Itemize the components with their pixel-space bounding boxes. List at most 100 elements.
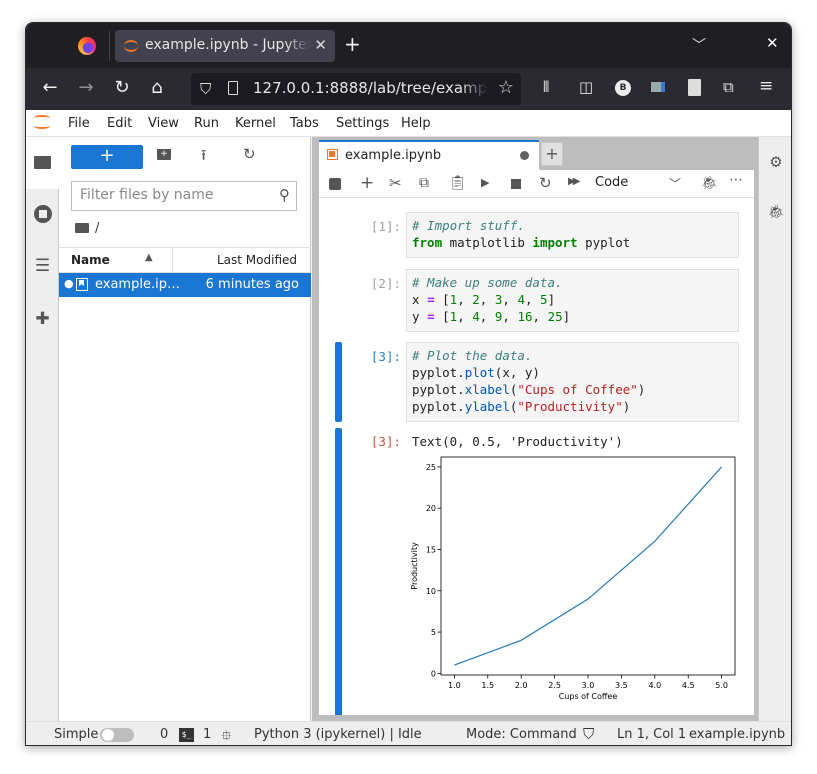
menu-run[interactable]: Run xyxy=(194,116,219,131)
code-line: from matplotlib import pyplot xyxy=(412,235,631,250)
insert-cell-icon[interactable]: + xyxy=(360,173,374,193)
running-indicator-icon: ● xyxy=(64,277,74,290)
menu-kernel[interactable]: Kernel xyxy=(235,116,276,131)
cursor-position[interactable]: Ln 1, Col 1 xyxy=(617,727,686,742)
browser-titlebar: example.ipynb - JupyterLab ✕ + ﹀ ✕ xyxy=(26,23,791,68)
sort-ascending-icon[interactable]: ▲ xyxy=(145,252,153,263)
bookmark-star-icon[interactable]: ☆ xyxy=(498,77,514,98)
breadcrumb-root[interactable]: / xyxy=(95,221,99,236)
column-divider[interactable] xyxy=(172,248,173,274)
kernel-chip-icon[interactable]: ⯐ xyxy=(221,725,232,745)
y-tick-label: 10 xyxy=(426,587,436,596)
file-modified: 6 minutes ago xyxy=(205,277,299,292)
chevron-down-icon[interactable]: ﹀ xyxy=(669,175,681,192)
column-last-modified[interactable]: Last Modified xyxy=(217,253,297,267)
x-tick-label: 1.5 xyxy=(481,681,494,690)
unsaved-indicator-icon[interactable] xyxy=(520,151,529,160)
x-tick-label: 5.0 xyxy=(715,681,728,690)
menu-help[interactable]: Help xyxy=(401,116,431,131)
kernel-status[interactable]: Python 3 (ipykernel) | Idle xyxy=(254,727,422,742)
column-name[interactable]: Name xyxy=(71,253,110,267)
code-line: # Import stuff. xyxy=(412,218,525,233)
file-list-item[interactable]: ● example.ip… 6 minutes ago xyxy=(59,273,311,297)
restart-icon[interactable]: ↻ xyxy=(539,174,552,192)
filter-files-input[interactable] xyxy=(80,187,270,203)
folder-icon[interactable] xyxy=(75,223,89,233)
left-activity-bar: ☰ ✚ xyxy=(26,137,60,721)
url-bar[interactable]: ⛉ 127.0.0.1:8888/lab/tree/example.ipynb … xyxy=(191,73,521,105)
run-icon[interactable]: ▶ xyxy=(481,176,489,189)
more-options-icon[interactable]: ⋯ xyxy=(729,172,744,188)
cut-icon[interactable]: ✂ xyxy=(389,174,402,192)
back-icon[interactable]: ← xyxy=(38,77,62,98)
paste-icon[interactable]: 📋︎ xyxy=(449,175,467,191)
filter-files-field[interactable]: ⚲ xyxy=(71,181,297,211)
close-window-button[interactable]: ✕ xyxy=(766,34,779,52)
hamburger-menu-icon[interactable]: ≡ xyxy=(759,76,773,96)
menu-edit[interactable]: Edit xyxy=(107,116,132,131)
terminal-icon[interactable]: $_ xyxy=(179,728,194,742)
upload-icon[interactable]: ⭱ xyxy=(201,145,206,170)
kernels-count[interactable]: 1 xyxy=(203,727,211,742)
right-sidebar: ⚙ 🐞︎ xyxy=(758,137,791,721)
notebook-mode: Mode: Command xyxy=(466,727,577,742)
debugger-bug-icon[interactable]: 🐞︎ xyxy=(759,205,791,220)
list-icon: ☰ xyxy=(34,256,51,276)
running-sessions-tab[interactable] xyxy=(26,205,59,223)
notebook-tab[interactable]: example.ipynb xyxy=(319,140,539,170)
extensions-puzzle-icon[interactable]: ⧉ xyxy=(723,78,734,96)
file-list-header: Name ▲ Last Modified xyxy=(59,247,311,274)
jupyter-logo-icon xyxy=(34,113,50,131)
reload-icon[interactable]: ↻ xyxy=(110,77,134,98)
trusted-shield-icon[interactable]: ⛉ xyxy=(583,725,594,743)
cell-type-select[interactable]: Code xyxy=(595,175,628,190)
code-cell-active[interactable]: [3]: # Plot the data. pyplot.plot(x, y) … xyxy=(319,342,754,422)
code-editor[interactable]: # Import stuff. from matplotlib import p… xyxy=(406,212,739,258)
simple-mode-toggle[interactable] xyxy=(100,728,134,742)
new-folder-icon[interactable]: + xyxy=(157,149,171,160)
jupyter-favicon-icon xyxy=(124,40,138,52)
menu-settings[interactable]: Settings xyxy=(336,116,389,131)
b-extension-icon[interactable]: B xyxy=(615,80,631,96)
add-tab-button[interactable]: + xyxy=(541,142,563,166)
file-browser-tab[interactable] xyxy=(26,137,60,189)
y-tick-label: 20 xyxy=(426,504,436,513)
menu-tabs[interactable]: Tabs xyxy=(290,116,319,131)
table-of-contents-tab[interactable]: ☰ xyxy=(26,256,59,276)
reader-page-icon[interactable] xyxy=(688,79,701,96)
x-tick-label: 3.0 xyxy=(582,681,595,690)
x-tick-label: 4.5 xyxy=(682,681,695,690)
code-cell[interactable]: [2]: # Make up some data. x = [1, 2, 3, … xyxy=(319,269,754,333)
forward-icon[interactable]: → xyxy=(74,77,98,98)
terminals-count[interactable]: 0 xyxy=(160,727,168,742)
new-tab-button[interactable]: + xyxy=(344,32,361,56)
stop-icon[interactable] xyxy=(511,179,521,189)
code-editor[interactable]: # Plot the data. pyplot.plot(x, y) pyplo… xyxy=(406,342,739,422)
refresh-icon[interactable]: ↻ xyxy=(243,145,256,163)
x-tick-label: 3.5 xyxy=(615,681,628,690)
menu-view[interactable]: View xyxy=(148,116,179,131)
copy-icon[interactable]: ⧉ xyxy=(419,175,429,191)
home-icon[interactable]: ⌂ xyxy=(145,77,169,98)
x-axis-label: Cups of Coffee xyxy=(559,692,618,701)
property-inspector-gears-icon[interactable]: ⚙ xyxy=(759,153,791,171)
sidebar-icon[interactable]: ◫ xyxy=(579,78,593,96)
notebook-tab-title: example.ipynb xyxy=(345,148,442,163)
save-icon[interactable] xyxy=(329,178,341,190)
extension-manager-tab[interactable]: ✚ xyxy=(26,309,59,329)
devices-icon[interactable] xyxy=(651,82,665,92)
code-cell[interactable]: [1]: # Import stuff. from matplotlib imp… xyxy=(319,212,754,260)
new-launcher-button[interactable]: + xyxy=(71,145,143,169)
library-icon[interactable]: ⫴ xyxy=(543,78,549,96)
code-line: pyplot.ylabel("Productivity") xyxy=(412,399,631,414)
page-info-icon[interactable] xyxy=(228,81,238,95)
menu-file[interactable]: File xyxy=(68,116,90,131)
debugger-bug-icon[interactable]: 🐞︎ xyxy=(701,176,718,191)
browser-tab[interactable]: example.ipynb - JupyterLab ✕ xyxy=(115,30,335,62)
shield-icon[interactable]: ⛉ xyxy=(200,80,211,98)
list-tabs-chevron-icon[interactable]: ﹀ xyxy=(692,35,706,55)
restart-run-all-icon[interactable]: ▶▶ xyxy=(568,176,581,187)
url-text[interactable]: 127.0.0.1:8888/lab/tree/example.ipynb xyxy=(253,79,488,97)
close-tab-icon[interactable]: ✕ xyxy=(314,36,327,54)
code-editor[interactable]: # Make up some data. x = [1, 2, 3, 4, 5]… xyxy=(406,269,739,332)
